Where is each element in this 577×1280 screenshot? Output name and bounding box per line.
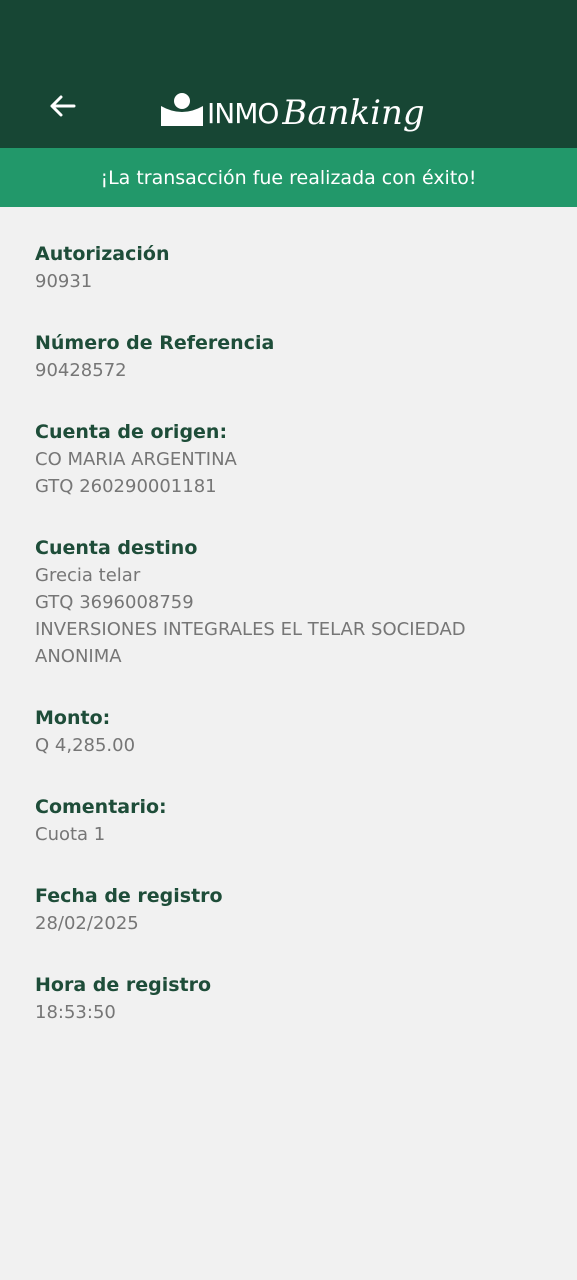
- field-cuenta-destino: Cuenta destino Grecia telar GTQ 36960087…: [35, 534, 555, 670]
- field-label: Autorización: [35, 243, 170, 265]
- field-label: Número de Referencia: [35, 332, 275, 354]
- field-value: GTQ 3696008759: [35, 592, 194, 613]
- field-label: Monto:: [35, 707, 111, 729]
- logo-text-banking: Banking: [282, 93, 425, 133]
- field-label: Cuenta de origen:: [35, 421, 228, 443]
- field-label: Comentario:: [35, 796, 167, 818]
- field-fecha-registro: Fecha de registro 28/02/2025: [35, 882, 555, 937]
- field-value: Q 4,285.00: [35, 735, 136, 756]
- field-comentario: Comentario: Cuota 1: [35, 793, 555, 848]
- field-value: 90931: [35, 271, 93, 292]
- inmo-logo-mark-icon: [161, 93, 203, 126]
- field-value: 18:53:50: [35, 1002, 116, 1023]
- inmo-banking-logo: INMO Banking: [161, 80, 425, 130]
- success-message: ¡La transacción fue realizada con éxito!: [100, 166, 477, 189]
- arrow-left-icon: [50, 95, 76, 117]
- transaction-details: Autorización 90931 Número de Referencia …: [35, 240, 555, 1060]
- success-banner: ¡La transacción fue realizada con éxito!: [0, 148, 577, 207]
- logo-text-inmo: INMO: [207, 97, 279, 130]
- field-value: 90428572: [35, 360, 127, 381]
- field-value: INVERSIONES INTEGRALES EL TELAR SOCIEDAD…: [35, 619, 466, 667]
- field-label: Fecha de registro: [35, 885, 223, 907]
- field-value: CO MARIA ARGENTINA: [35, 449, 237, 470]
- field-autorizacion: Autorización 90931: [35, 240, 555, 295]
- back-button[interactable]: [40, 86, 84, 126]
- field-hora-registro: Hora de registro 18:53:50: [35, 971, 555, 1026]
- field-monto: Monto: Q 4,285.00: [35, 704, 555, 759]
- field-value: Grecia telar: [35, 565, 141, 586]
- field-label: Hora de registro: [35, 974, 212, 996]
- field-value: GTQ 260290001181: [35, 476, 217, 497]
- field-value: Cuota 1: [35, 824, 106, 845]
- field-cuenta-origen: Cuenta de origen: CO MARIA ARGENTINA GTQ…: [35, 418, 555, 500]
- field-value: 28/02/2025: [35, 913, 139, 934]
- field-label: Cuenta destino: [35, 537, 198, 559]
- field-referencia: Número de Referencia 90428572: [35, 329, 555, 384]
- app-header: INMO Banking: [0, 0, 577, 148]
